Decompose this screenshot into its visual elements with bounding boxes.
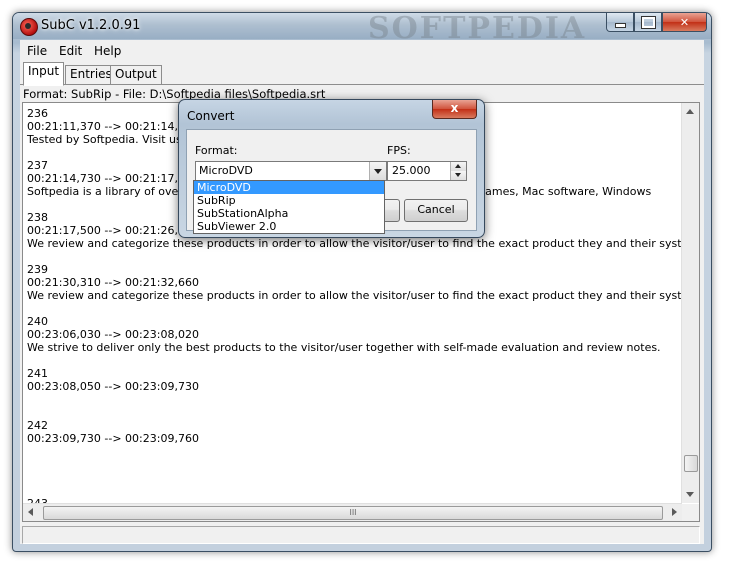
subtitle-line: 240 [27, 315, 48, 328]
subtitle-line [27, 445, 679, 458]
format-option-subviewer[interactable]: SubViewer 2.0 [194, 220, 384, 233]
format-dropdown-list: MicroDVD SubRip SubStationAlpha SubViewe… [193, 180, 385, 234]
subtitle-line: 241 [27, 367, 48, 380]
format-label: Format: [195, 144, 238, 157]
dialog-title: Convert [187, 109, 235, 123]
close-icon: x [450, 101, 459, 115]
format-select-value: MicroDVD [199, 164, 253, 177]
dialog-close-button[interactable]: x [432, 100, 477, 119]
scrollbar-corner [682, 504, 699, 521]
format-option-subrip[interactable]: SubRip [194, 194, 384, 207]
subtitle-line [27, 250, 679, 263]
subtitle-line: We review and categorize these products … [27, 289, 700, 302]
maximize-icon [640, 15, 656, 29]
subtitle-line [27, 458, 679, 471]
fps-input[interactable]: 25.000 [387, 161, 467, 181]
subtitle-line [27, 471, 679, 484]
tab-output[interactable]: Output [110, 65, 162, 84]
horizontal-scrollbar[interactable]: III [23, 503, 682, 521]
cancel-button[interactable]: Cancel [404, 199, 468, 222]
subtitle-line: We review and categorize these products … [27, 237, 700, 250]
format-option-microdvd[interactable]: MicroDVD [194, 181, 384, 194]
subtitle-line [27, 302, 679, 315]
menu-bar: File Edit Help [20, 40, 704, 60]
menu-file[interactable]: File [27, 44, 47, 58]
subtitle-line: We strive to deliver only the best produ… [27, 341, 661, 354]
scroll-down-icon[interactable] [686, 492, 694, 497]
tab-strip: Input Entries Output [20, 62, 704, 86]
vertical-scroll-thumb[interactable] [684, 455, 698, 472]
subtitle-line [27, 393, 679, 406]
main-window: SubC v1.2.0.91 SOFTPEDIA ✕ File Edit Hel… [12, 11, 712, 552]
close-button[interactable]: ✕ [662, 13, 707, 32]
fps-label: FPS: [387, 144, 411, 157]
maximize-button[interactable] [634, 13, 662, 32]
scroll-left-icon[interactable] [28, 508, 33, 516]
vertical-scrollbar[interactable] [681, 103, 699, 503]
subtitle-line: 00:23:06,030 --> 00:23:08,020 [27, 328, 199, 341]
menu-help[interactable]: Help [94, 44, 121, 58]
window-title: SubC v1.2.0.91 [41, 18, 141, 33]
spin-down-icon[interactable] [451, 171, 466, 180]
subtitle-line: 239 [27, 263, 48, 276]
subtitle-line [27, 406, 679, 419]
scroll-up-icon[interactable] [686, 109, 694, 114]
subtitle-line [27, 354, 679, 367]
status-bar [22, 526, 700, 544]
format-option-substationalpha[interactable]: SubStationAlpha [194, 207, 384, 220]
minimize-button[interactable] [606, 13, 634, 32]
fps-value: 25.000 [392, 164, 431, 177]
subtitle-line: 242 [27, 419, 48, 432]
title-bar[interactable]: SubC v1.2.0.91 SOFTPEDIA ✕ [13, 11, 711, 46]
fps-spinner[interactable] [450, 162, 466, 180]
subtitle-line [27, 484, 679, 497]
tab-input[interactable]: Input [23, 62, 65, 86]
horizontal-scroll-thumb[interactable]: III [43, 506, 663, 520]
minimize-icon [614, 22, 626, 28]
close-icon: ✕ [679, 15, 690, 29]
subtitle-line: 00:21:30,310 --> 00:21:32,660 [27, 276, 199, 289]
app-icon [20, 18, 38, 36]
menu-edit[interactable]: Edit [59, 44, 82, 58]
scroll-right-icon[interactable] [672, 508, 677, 516]
subtitle-line: 00:23:08,050 --> 00:23:09,730 [27, 380, 199, 393]
format-select[interactable]: MicroDVD [195, 161, 387, 181]
chevron-down-icon[interactable] [369, 162, 386, 180]
subtitle-line: 00:23:09,730 --> 00:23:09,760 [27, 432, 199, 445]
